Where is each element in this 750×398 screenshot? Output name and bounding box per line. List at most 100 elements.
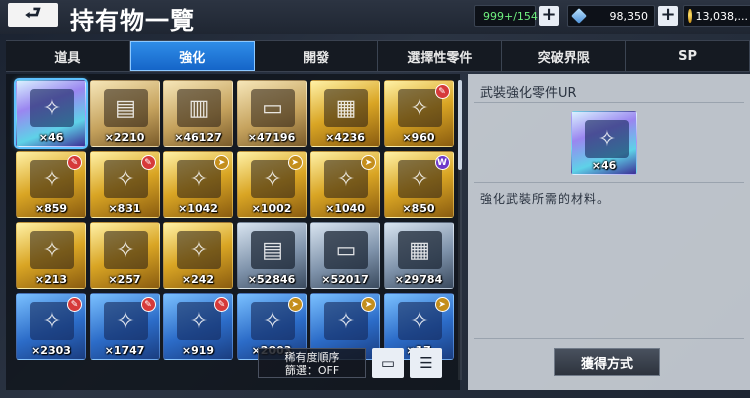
- inventory-item[interactable]: ✧ W ×850: [383, 151, 454, 218]
- gem-icon: [571, 8, 587, 24]
- item-count: ×46: [38, 131, 64, 144]
- item-count: ×2210: [104, 131, 145, 144]
- inventory-item[interactable]: ✧ ✎ ×919: [163, 293, 233, 360]
- page-title: 持有物一覽: [70, 7, 195, 35]
- equip-type-badge-icon: ✎: [67, 297, 82, 312]
- sort-icon: ☰: [419, 354, 433, 372]
- enhance-part-icon: ✧: [177, 231, 221, 269]
- sort-order-label: 稀有度順序: [284, 351, 340, 364]
- inventory-item[interactable]: ✧ ✎ ×1747: [89, 293, 160, 360]
- view-toggle-button[interactable]: ▭: [372, 348, 404, 378]
- top-bar: ⮐ 持有物一覽 999+/154 + 98,350 + 13,038,...: [0, 0, 750, 35]
- weapon-type-badge-icon: ➤: [361, 155, 376, 170]
- parts-box-icon: ▤: [103, 89, 148, 127]
- item-count: ×831: [108, 202, 141, 215]
- item-count: ×257: [108, 273, 141, 286]
- equip-type-badge-icon: ✎: [214, 297, 229, 312]
- item-thumbnail: ✧ ×46: [571, 111, 637, 175]
- inventory-item[interactable]: ✧ ×213: [16, 222, 86, 289]
- coin-value: 13,038,...: [695, 9, 748, 23]
- inventory-item[interactable]: ✧ ✎ ×960: [383, 80, 454, 147]
- inventory-item[interactable]: ▭ ×52017: [310, 222, 380, 289]
- item-count: ×1040: [325, 202, 365, 215]
- filter-status-label: 篩選：OFF: [284, 364, 340, 377]
- item-count: ×1747: [104, 344, 145, 357]
- inventory-item[interactable]: ✧ ×46: [14, 78, 88, 149]
- add-gem-button[interactable]: +: [658, 6, 678, 26]
- inventory-item[interactable]: ▤ ×52846: [236, 222, 307, 289]
- item-count: ×919: [181, 344, 215, 357]
- item-count: ×1002: [251, 202, 292, 215]
- enhance-part-icon: ✧: [30, 89, 74, 127]
- item-count: ×46127: [174, 131, 222, 144]
- inventory-item[interactable]: ▦ ×4236: [310, 80, 380, 147]
- inventory-item[interactable]: ▭ ×47196: [236, 80, 307, 147]
- parts-box-icon: ▤: [250, 231, 295, 269]
- special-badge-icon: W: [434, 155, 450, 170]
- item-count: ×859: [34, 202, 68, 215]
- divider: [474, 182, 744, 183]
- item-count: ×213: [34, 273, 68, 286]
- card-view-icon: ▭: [380, 354, 396, 372]
- equip-type-badge-icon: ✎: [140, 155, 156, 170]
- enhance-part-icon: ✧: [30, 231, 74, 269]
- chip-icon: ▦: [397, 231, 442, 269]
- item-count: ×52017: [321, 273, 369, 286]
- item-count: ×850: [402, 202, 435, 215]
- item-count: ×1042: [178, 202, 218, 215]
- inventory-grid-panel: ✧ ×46 ▤ ×2210 ▥ ×46127 ▭ ×47196 ▦ ×4236 ✧ ✎ ×960 ✧ ✎ ×8…: [6, 74, 460, 390]
- inventory-item[interactable]: ✧ ➤ ×1042: [163, 151, 233, 218]
- sort-filter-label[interactable]: 稀有度順序 篩選：OFF: [258, 348, 366, 378]
- tab-develop[interactable]: 開發: [255, 41, 379, 71]
- parts-stack-icon: ▥: [177, 89, 221, 127]
- add-stamina-button[interactable]: +: [539, 6, 559, 26]
- item-detail-thumbnail: ✧ ×46: [571, 111, 637, 175]
- laptop-icon: ▭: [324, 231, 368, 269]
- inventory-item[interactable]: ▦ ×29784: [383, 222, 454, 289]
- inventory-item[interactable]: ▤ ×2210: [89, 80, 160, 147]
- inventory-grid: ✧ ×46 ▤ ×2210 ▥ ×46127 ▭ ×47196 ▦ ×4236 ✧ ✎ ×960 ✧ ✎ ×8…: [14, 78, 456, 360]
- equip-type-badge-icon: ✎: [140, 297, 156, 312]
- weapon-type-badge-icon: ➤: [287, 155, 303, 170]
- item-count: ×52846: [247, 273, 296, 286]
- tab-enhance[interactable]: 強化: [129, 41, 255, 71]
- weapon-type-badge-icon: ➤: [361, 297, 376, 312]
- tab-sp[interactable]: SP: [626, 41, 750, 71]
- stamina-resource: 999+/154 +: [474, 5, 559, 27]
- item-count: ×242: [181, 273, 215, 286]
- inventory-item[interactable]: ✧ ×242: [163, 222, 233, 289]
- divider: [474, 338, 744, 339]
- equip-type-badge-icon: ✎: [67, 155, 82, 170]
- tab-optional-parts[interactable]: 選擇性零件: [378, 41, 503, 71]
- filter-bar: 稀有度順序 篩選：OFF ▭ ☰: [258, 348, 442, 378]
- inventory-item[interactable]: ✧ ✎ ×859: [16, 151, 86, 218]
- item-description: 強化武裝所需的材料。: [480, 192, 611, 206]
- divider: [474, 102, 744, 103]
- weapon-type-badge-icon: ➤: [434, 297, 450, 312]
- acquire-method-button[interactable]: 獲得方式: [554, 348, 660, 376]
- inventory-item[interactable]: ✧ ✎ ×831: [89, 151, 160, 218]
- inventory-item[interactable]: ✧ ➤ ×1040: [310, 151, 380, 218]
- inventory-item[interactable]: ✧ ➤ ×1002: [236, 151, 307, 218]
- sort-button[interactable]: ☰: [410, 348, 442, 378]
- back-button[interactable]: ⮐: [8, 3, 58, 27]
- item-count: ×2303: [31, 344, 71, 357]
- grid-scrollbar[interactable]: [458, 80, 462, 380]
- gem-resource: 98,350 +: [567, 5, 678, 27]
- inventory-item[interactable]: ▥ ×46127: [163, 80, 233, 147]
- stamina-value: 999+/154: [483, 9, 538, 23]
- inventory-item[interactable]: ✧ ✎ ×2303: [16, 293, 86, 360]
- item-count: ×29784: [394, 273, 443, 286]
- tab-items[interactable]: 道具: [6, 41, 130, 71]
- weapon-type-badge-icon: ➤: [214, 155, 229, 170]
- grid-scroll-thumb[interactable]: [458, 80, 462, 170]
- item-name: 武裝強化零件UR: [480, 86, 577, 101]
- enhance-part-icon: ✧: [585, 120, 629, 158]
- category-tabs: 道具 強化 開發 選擇性零件 突破界限 SP: [6, 40, 750, 72]
- coin-resource: 13,038,...: [683, 5, 750, 27]
- tab-limit-break[interactable]: 突破界限: [502, 41, 627, 71]
- item-count: ×4236: [325, 131, 365, 144]
- inventory-item[interactable]: ✧ ×257: [89, 222, 160, 289]
- weapon-type-badge-icon: ➤: [287, 297, 303, 312]
- chip-icon: ▦: [324, 89, 368, 127]
